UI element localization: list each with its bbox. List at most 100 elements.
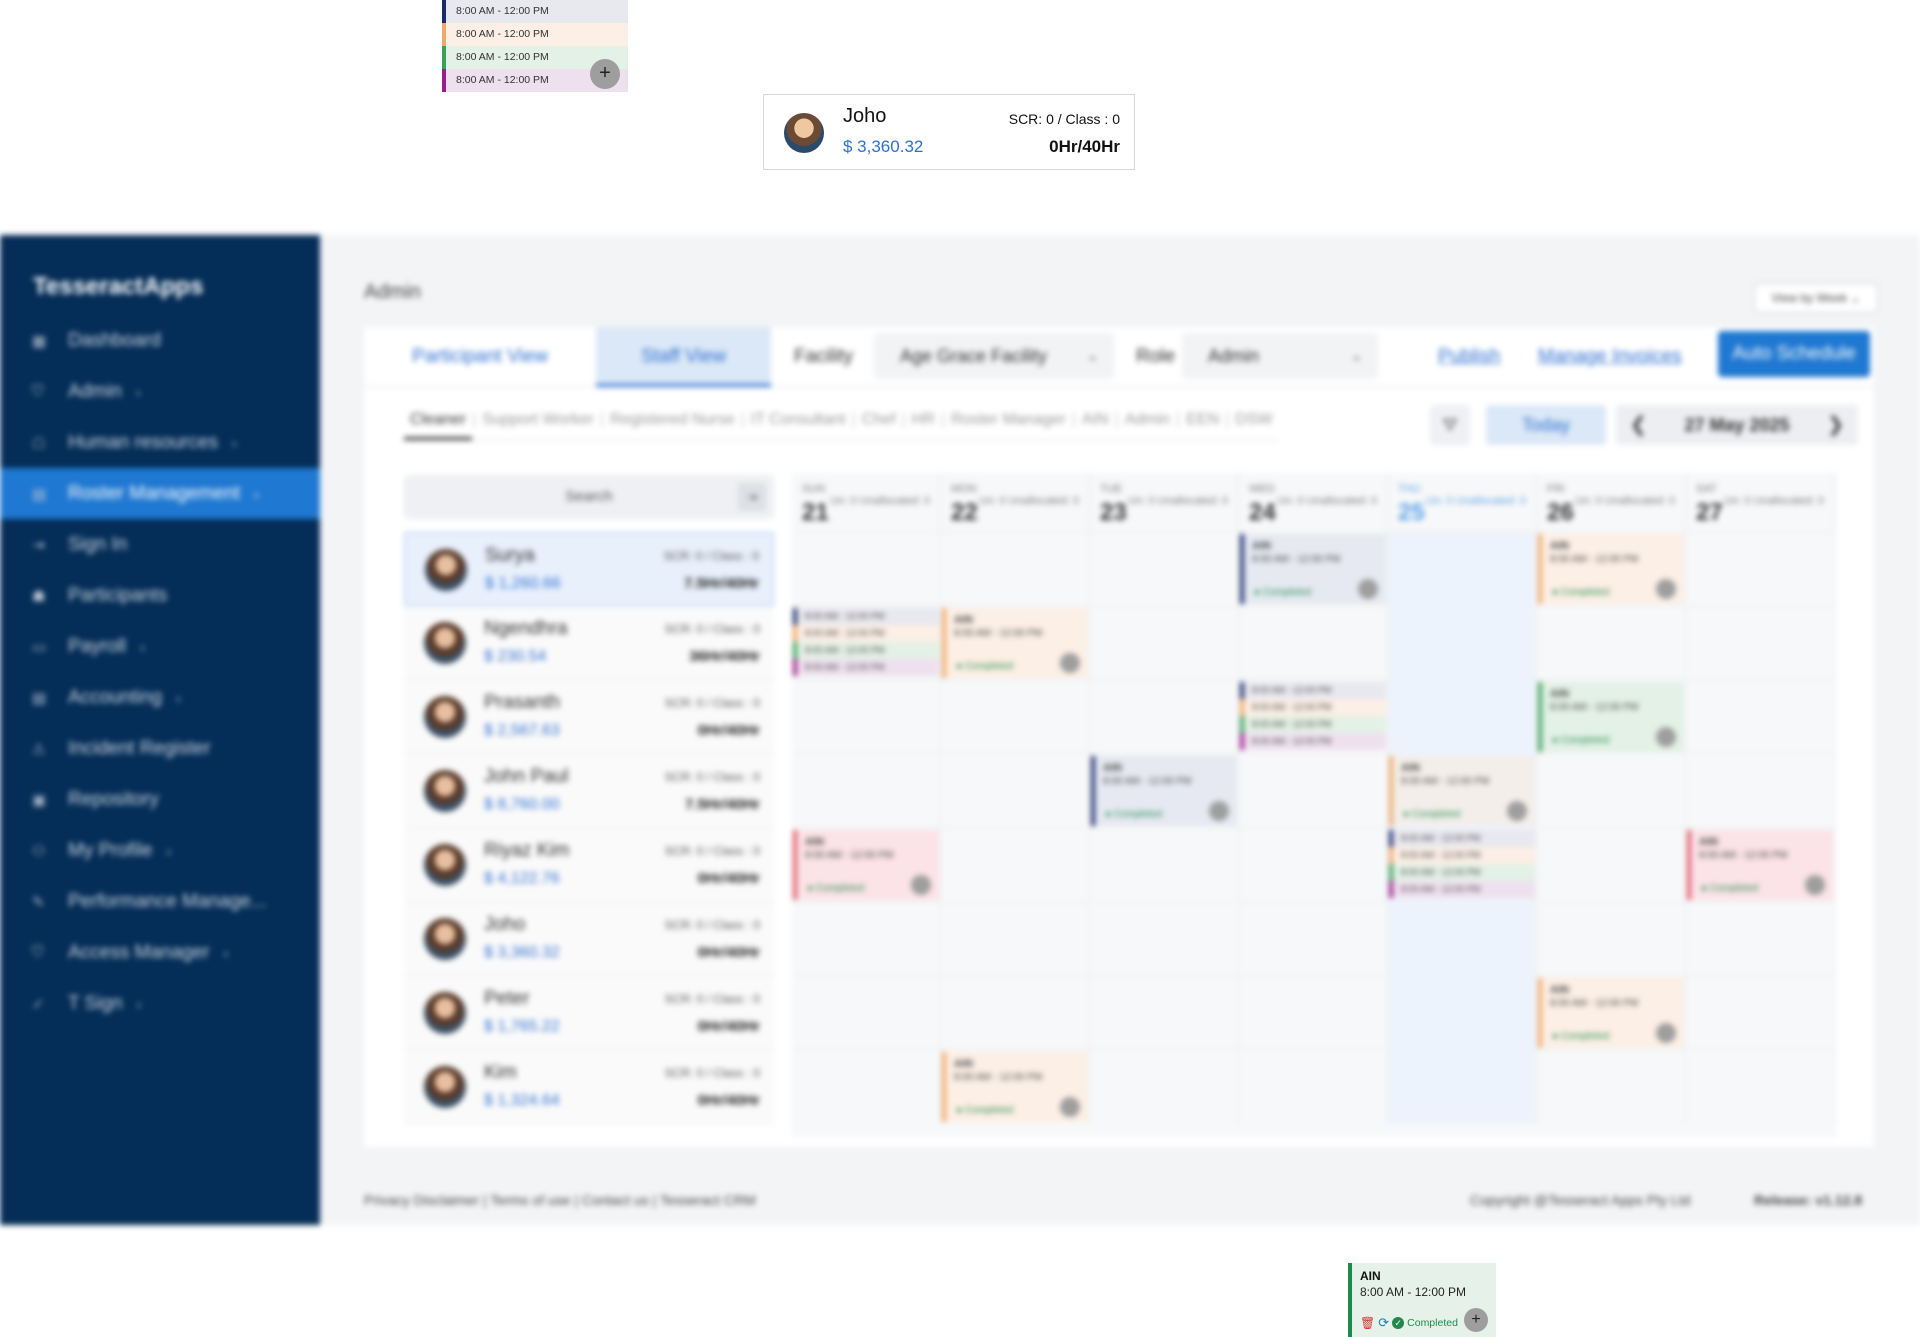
tab-role[interactable]: Support Worker [476,411,600,440]
tab-role[interactable]: EEN [1180,411,1225,440]
tab-role[interactable]: DSW [1229,411,1278,440]
shift-card[interactable]: AIN 8:00 AM - 12:00 PM ● Completed [1240,534,1386,604]
shift-item[interactable]: 8:00 AM - 12:00 PM [793,608,939,625]
facility-select[interactable]: Age Grace Facility ⌄ [874,333,1114,379]
calendar-cell[interactable] [1686,606,1835,680]
filter-icon[interactable]: ⛛ [1430,405,1470,445]
tab-role[interactable]: Cleaner [404,411,473,440]
add-shift-button[interactable] [1656,579,1676,599]
shift-item[interactable]: 8:00 AM - 12:00 PM [1389,881,1535,898]
tab-role[interactable]: IT Consultant [745,411,852,440]
tab-role[interactable]: Registered Nurse [604,411,741,440]
calendar-cell[interactable] [1090,828,1239,902]
tab-role[interactable]: Admin [1119,411,1176,440]
day-header[interactable]: FRI 26 Un: 0 Unallocated: 0 [1537,473,1686,531]
tab-role[interactable]: Roster Manager [945,411,1072,440]
calendar-cell[interactable] [1388,680,1537,754]
tab-staff-view[interactable]: Staff View [596,327,771,387]
day-header[interactable]: THU 25 Un: 0 Unallocated: 0 [1388,473,1537,531]
tab-role[interactable]: Chef [856,411,902,440]
shift-item[interactable]: 8:00 AM - 12:00 PM [793,625,939,642]
shift-stack[interactable]: 8:00 AM - 12:00 PM 8:00 AM - 12:00 PM 8:00… [793,608,939,678]
calendar-cell[interactable] [1090,1050,1239,1124]
day-header[interactable]: TUE 23 Un: 0 Unallocated: 0 [1090,473,1239,531]
shift-card[interactable]: AIN 8:00 AM - 12:00 PM ● Completed [1538,978,1684,1048]
staff-card-zoom[interactable]: Joho $ 3,360.32 SCR: 0 / Class : 0 0Hr/4… [763,94,1135,170]
calendar-cell[interactable] [941,754,1090,828]
sidebar-item-access-manager[interactable]: ⛉ Access Manager › [0,927,320,978]
sidebar-item-accounting[interactable]: ▤ Accounting › [0,672,320,723]
calendar-cell[interactable]: AIN 8:00 AM - 12:00 PM ● Completed [1686,828,1835,902]
tab-participant-view[interactable]: Participant View [364,327,596,387]
shift-item[interactable]: 8:00 AM - 12:00 PM [1389,830,1535,847]
shift-item[interactable]: 8:00 AM - 12:00 PM [793,659,939,676]
add-shift-button[interactable] [1656,727,1676,747]
calendar-cell[interactable] [792,754,941,828]
calendar-cell[interactable] [1388,976,1537,1050]
calendar-cell[interactable] [1239,606,1388,680]
calendar-cell[interactable] [1537,606,1686,680]
add-shift-button[interactable] [911,875,931,895]
calendar-cell[interactable] [1090,680,1239,754]
add-shift-button[interactable]: + [590,59,620,89]
sidebar-item-incident-register[interactable]: ⚠ Incident Register [0,723,320,774]
tab-role[interactable]: HR [906,411,941,440]
calendar-cell[interactable] [1537,902,1686,976]
shift-card-zoom[interactable]: AIN 8:00 AM - 12:00 PM 🗑 ⟳ ✓ Completed + [1348,1263,1496,1337]
calendar-cell[interactable]: AIN 8:00 AM - 12:00 PM ● Completed [1239,532,1388,606]
chevron-right-icon[interactable]: ❯ [1827,405,1844,445]
day-header[interactable]: SAT 27 Un: 0 Unallocated: 0 [1686,473,1835,531]
calendar-cell[interactable] [941,680,1090,754]
day-header[interactable]: WED 24 Un: 0 Unallocated: 0 [1239,473,1388,531]
collapse-icon[interactable]: ⇥ [738,483,766,511]
sidebar-item-sign-in[interactable]: ⇥ Sign In [0,519,320,570]
shift-card[interactable]: AIN 8:00 AM - 12:00 PM ● Completed [942,1052,1088,1122]
today-button[interactable]: Today [1486,405,1606,445]
role-select[interactable]: Admin ⌄ [1182,333,1378,379]
calendar-cell[interactable] [1686,680,1835,754]
sidebar-item-payroll[interactable]: ▭ Payroll › [0,621,320,672]
shift-item[interactable]: 8:00 AM - 12:00 PM [442,0,628,23]
sidebar-item-t-sign[interactable]: ✓ T Sign › [0,978,320,1029]
sidebar-item-human-resources[interactable]: ☖ Human resources › [0,417,320,468]
calendar-cell[interactable] [1388,532,1537,606]
sidebar-item-dashboard[interactable]: ▦ Dashboard [0,315,320,366]
calendar-cell[interactable] [1090,976,1239,1050]
staff-row[interactable]: Prasanth $ 2,567.63 SCR: 0 / Class : 0 0Hr/… [404,680,774,754]
calendar-cell[interactable] [941,828,1090,902]
calendar-cell[interactable] [941,532,1090,606]
view-by-select[interactable]: View by Week ⌄ [1754,283,1878,313]
calendar-cell[interactable] [1239,828,1388,902]
add-shift-button[interactable] [1060,653,1080,673]
shift-card[interactable]: AIN 8:00 AM - 12:00 PM ● Completed [793,830,939,900]
calendar-cell[interactable] [941,902,1090,976]
calendar-cell[interactable] [792,976,941,1050]
shift-card[interactable]: AIN 8:00 AM - 12:00 PM ● Completed [1091,756,1237,826]
add-shift-button[interactable] [1209,801,1229,821]
calendar-cell[interactable] [1686,1050,1835,1124]
calendar-cell[interactable] [1388,1050,1537,1124]
calendar-cell[interactable] [1537,754,1686,828]
sidebar-item-my-profile[interactable]: ⚇ My Profile › [0,825,320,876]
sidebar-item-roster-management[interactable]: ▤ Roster Management › [0,468,320,519]
auto-schedule-button[interactable]: Auto Schedule [1718,331,1870,377]
calendar-cell[interactable]: AIN 8:00 AM - 12:00 PM ● Completed [941,606,1090,680]
calendar-cell[interactable]: AIN 8:00 AM - 12:00 PM ● Completed [941,1050,1090,1124]
trash-icon[interactable]: 🗑 [1360,1316,1375,1330]
day-header[interactable]: MON 22 Un: 0 Unallocated: 0 [941,473,1090,531]
sidebar-item-performance-manage[interactable]: ✎ Performance Manage... [0,876,320,927]
tab-role[interactable]: AIN [1076,411,1115,440]
shift-item[interactable]: 8:00 AM - 12:00 PM [1389,847,1535,864]
add-shift-button[interactable] [1507,801,1527,821]
add-shift-button[interactable] [1656,1023,1676,1043]
calendar-cell[interactable] [1239,902,1388,976]
staff-row[interactable]: Riyaz Kim $ 4,122.76 SCR: 0 / Class : 0 0Hr… [404,828,774,902]
calendar-cell[interactable]: AIN 8:00 AM - 12:00 PM ● Completed [1537,532,1686,606]
calendar-cell[interactable]: 8:00 AM - 12:00 PM 8:00 AM - 12:00 PM 8:00… [1239,680,1388,754]
calendar-cell[interactable] [1388,902,1537,976]
shift-item[interactable]: 8:00 AM - 12:00 PM [1389,864,1535,881]
shift-card[interactable]: AIN 8:00 AM - 12:00 PM ● Completed [942,608,1088,678]
sync-icon[interactable]: ⟳ [1378,1315,1389,1331]
manage-invoices-link[interactable]: Manage Invoices [1538,327,1682,387]
add-shift-button[interactable]: + [1464,1308,1488,1332]
